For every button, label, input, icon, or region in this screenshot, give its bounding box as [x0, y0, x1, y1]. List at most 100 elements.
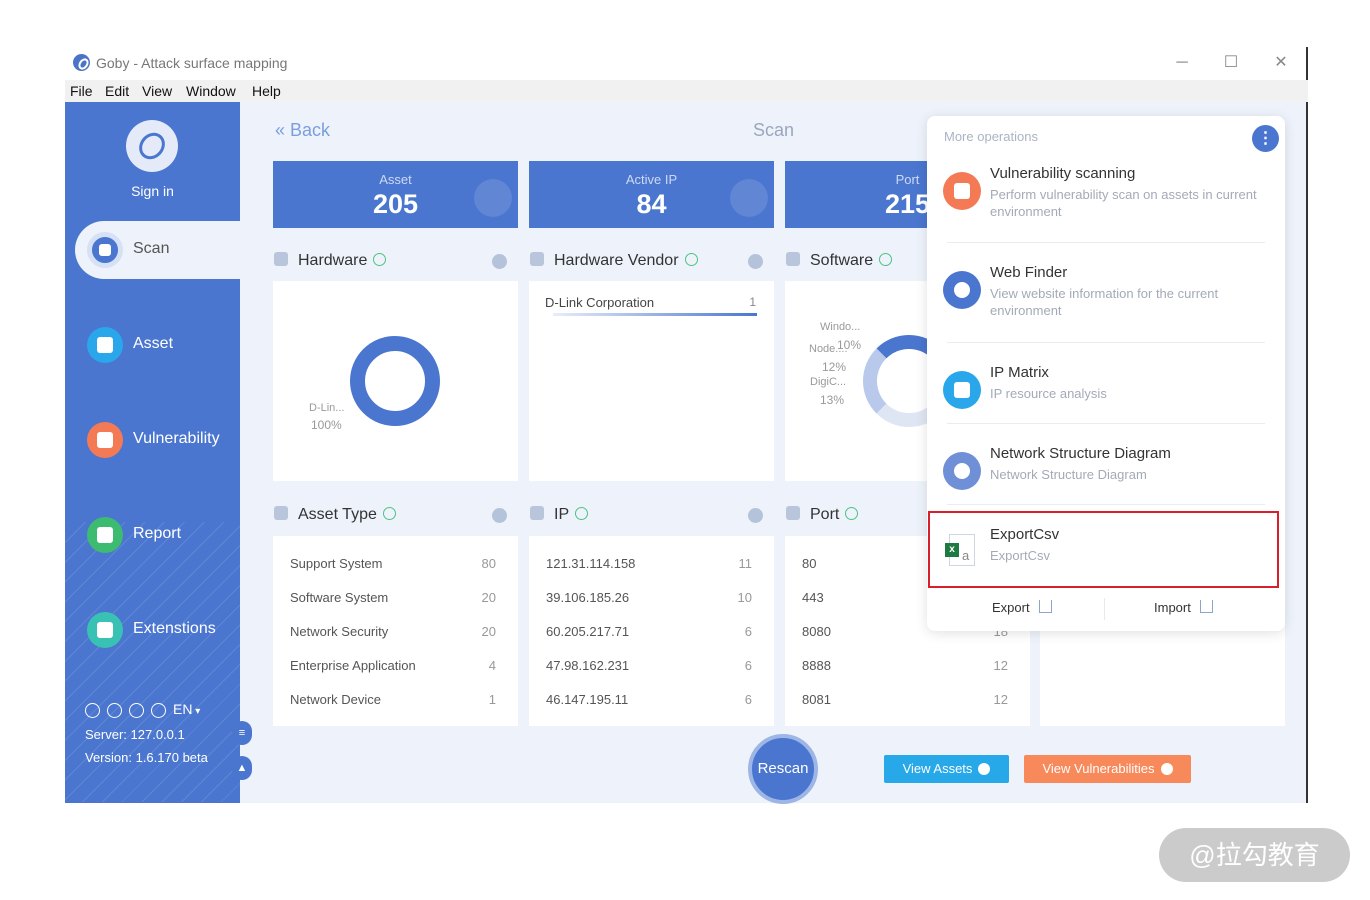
op-desc: View website information for the current… [990, 286, 1219, 318]
list-item-count: 11 [738, 556, 753, 571]
hardware-icon [274, 252, 288, 266]
menu-edit[interactable]: Edit [105, 83, 129, 99]
stat-card-active-ip[interactable]: Active IP 84 [529, 161, 774, 228]
stat-card-asset[interactable]: Asset 205 [273, 161, 518, 228]
window-title: Goby - Attack surface mapping [96, 55, 288, 71]
view-assets-button[interactable]: View Assets [884, 755, 1009, 783]
list-item-count: 12 [993, 692, 1008, 707]
menu-help[interactable]: Help [252, 83, 281, 99]
list-item[interactable]: Enterprise Application [290, 658, 416, 673]
sidebar-item-asset[interactable]: Asset [75, 316, 245, 374]
list-item-count: 1 [488, 692, 496, 707]
chevron-right-icon[interactable] [492, 508, 507, 523]
user-avatar-icon[interactable] [126, 120, 178, 172]
divider [947, 342, 1265, 343]
list-item-count: 6 [744, 692, 752, 707]
sidebar-item-label: Scan [133, 240, 170, 257]
list-item[interactable]: Network Device [290, 692, 381, 707]
scan-icon [87, 232, 123, 268]
check-icon [845, 507, 859, 520]
hardware-vendor-header: Hardware Vendor [530, 252, 698, 272]
report-icon [87, 517, 123, 553]
ip-header: IP [530, 506, 589, 526]
sidebar-item-report[interactable]: Report [75, 506, 245, 564]
bug-icon [943, 172, 981, 210]
list-item[interactable]: 47.98.162.231 [546, 658, 629, 673]
vendor-name: D-Link Corporation [545, 295, 655, 310]
menu-window[interactable]: Window [186, 83, 236, 99]
chevron-right-icon[interactable] [748, 254, 763, 269]
rescan-button[interactable]: Rescan [748, 734, 818, 804]
software-label: Windo... [820, 321, 861, 333]
info-icon[interactable] [151, 702, 166, 718]
divider [1104, 598, 1105, 620]
divider [947, 504, 1265, 505]
list-item-count: 12 [993, 658, 1008, 673]
settings-icon[interactable] [107, 702, 122, 718]
list-item-count: 10 [737, 590, 752, 605]
sidebar-item-extensions[interactable]: Extenstions [75, 601, 245, 659]
vendor-count: 1 [749, 295, 756, 309]
network-icon [943, 452, 981, 490]
list-item[interactable]: 443 [802, 590, 824, 605]
ip-monitor-icon [530, 506, 544, 520]
popup-title: More operations [944, 129, 1038, 144]
title-bar: Goby - Attack surface mapping ─ ☐ ✕ [65, 47, 1308, 80]
list-item[interactable]: 80 [802, 556, 816, 571]
download-icon [1199, 600, 1213, 613]
list-item[interactable]: 46.147.195.11 [546, 692, 628, 707]
more-options-icon[interactable]: ⋮ [1252, 125, 1279, 152]
op-title: ExportCsv [990, 526, 1060, 543]
chevron-right-icon[interactable] [748, 508, 763, 523]
upload-icon [1038, 600, 1052, 613]
ip-panel: 121.31.114.158 11 39.106.185.26 10 60.20… [529, 536, 774, 726]
asset-type-panel: Support System 80 Software System 20 Net… [273, 536, 518, 726]
hardware-donut[interactable] [350, 336, 440, 426]
port-icon [786, 506, 800, 520]
server-select[interactable]: Server: 127.0.0.1 [85, 727, 185, 742]
list-item[interactable]: 121.31.114.158 [546, 556, 635, 571]
sidebar-item-vulnerability[interactable]: Vulnerability [75, 411, 245, 469]
power-icon[interactable] [85, 702, 100, 718]
asset-icon [87, 327, 123, 363]
donut-label: D-Lin... [309, 402, 345, 414]
sidebar-item-label: Extenstions [133, 620, 216, 637]
menu-file[interactable]: File [70, 83, 93, 99]
list-item-count: 20 [481, 624, 496, 639]
close-button[interactable]: ✕ [1270, 53, 1292, 73]
language-select[interactable]: EN [173, 701, 192, 717]
back-button[interactable]: « Back [275, 120, 330, 141]
list-item[interactable]: Support System [290, 556, 383, 571]
view-vulnerabilities-button[interactable]: View Vulnerabilities [1024, 755, 1191, 783]
list-item[interactable]: 8080 [802, 624, 831, 639]
minimize-button[interactable]: ─ [1171, 53, 1193, 73]
op-title: Network Structure Diagram [990, 445, 1171, 462]
chevron-right-icon[interactable] [492, 254, 507, 269]
list-item[interactable]: 8888 [802, 658, 831, 673]
version-text: Version: 1.6.170 beta [85, 750, 208, 765]
asset-type-header: Asset Type [274, 506, 396, 526]
list-item[interactable]: Network Security [290, 624, 388, 639]
ip-icon [730, 179, 768, 217]
menu-bar: File Edit View Window Help [65, 80, 1308, 102]
list-item[interactable]: 39.106.185.26 [546, 590, 629, 605]
arrow-right-icon [978, 763, 991, 775]
list-item[interactable]: 60.205.217.71 [546, 624, 629, 639]
export-button[interactable]: Export [992, 600, 1052, 615]
software-percent: 13% [820, 393, 845, 407]
import-button[interactable]: Import [1154, 600, 1213, 615]
maximize-button[interactable]: ☐ [1220, 53, 1242, 73]
op-desc: IP resource analysis [990, 386, 1107, 401]
op-desc: ExportCsv [990, 548, 1050, 563]
list-item[interactable]: 8081 [802, 692, 831, 707]
list-item[interactable]: Software System [290, 590, 388, 605]
hardware-vendor-panel: D-Link Corporation 1 [529, 281, 774, 481]
check-icon [382, 507, 396, 520]
check-icon [684, 253, 698, 266]
history-icon[interactable] [129, 702, 144, 718]
menu-view[interactable]: View [142, 83, 172, 99]
sign-in-link[interactable]: Sign in [65, 183, 240, 199]
sidebar-item-scan[interactable]: Scan [75, 221, 240, 279]
software-header: Software [786, 252, 893, 272]
grid-icon [943, 371, 981, 409]
